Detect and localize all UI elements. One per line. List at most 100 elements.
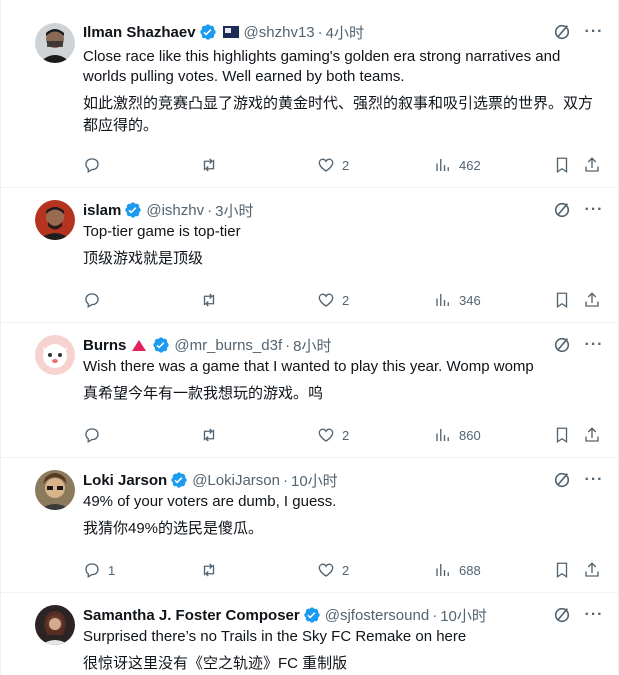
bookmark-button[interactable] <box>553 560 571 580</box>
avatar[interactable] <box>35 335 75 375</box>
views-button[interactable]: 346 <box>434 290 481 310</box>
repost-button[interactable] <box>200 560 225 580</box>
reply-tweet[interactable]: Burns @mr_burns_d3f · 8小时 ··· Wish there… <box>1 323 618 458</box>
grok-icon[interactable] <box>552 470 572 490</box>
timestamp[interactable]: 10小时 <box>440 605 487 626</box>
user-handle[interactable]: @sjfostersound <box>325 607 429 624</box>
like-button[interactable]: 2 <box>317 290 349 310</box>
separator-dot: · <box>317 23 323 41</box>
views-icon <box>436 564 449 576</box>
more-icon[interactable]: ··· <box>584 470 604 490</box>
avatar[interactable] <box>35 200 75 240</box>
timestamp[interactable]: 3小时 <box>215 200 253 221</box>
share-icon <box>585 562 599 577</box>
tweet-actions: 2 860 <box>83 425 603 445</box>
like-button[interactable]: 2 <box>317 155 349 175</box>
tweet-top-actions: ··· <box>552 22 604 42</box>
verified-badge-icon <box>124 201 142 219</box>
display-name[interactable]: Samantha J. Foster Composer <box>83 607 300 624</box>
avatar[interactable] <box>35 23 75 63</box>
reply-icon <box>85 563 99 578</box>
share-button[interactable] <box>583 290 601 310</box>
more-icon[interactable]: ··· <box>584 605 604 625</box>
tweet-header: islam @ishzhv · 3小时 <box>83 200 253 220</box>
timestamp[interactable]: 4小时 <box>326 22 364 43</box>
more-icon[interactable]: ··· <box>584 200 604 220</box>
tweet-translation: 很惊讶这里没有《空之轨迹》FC 重制版 <box>83 655 348 672</box>
tweet-text: Top-tier game is top-tier <box>83 223 241 240</box>
tweet-text: Surprised there’s no Trails in the Sky F… <box>83 628 467 645</box>
share-button[interactable] <box>583 155 601 175</box>
user-handle[interactable]: @mr_burns_d3f <box>174 337 282 354</box>
repost-icon <box>203 158 215 172</box>
reply-tweet[interactable]: Samantha J. Foster Composer @sjfostersou… <box>1 593 618 675</box>
share-icon <box>585 157 599 172</box>
repost-button[interactable] <box>200 425 225 445</box>
reply-icon <box>85 158 99 173</box>
tweet-top-actions: ··· <box>552 605 604 625</box>
display-name[interactable]: Burns <box>83 337 126 354</box>
user-handle[interactable]: @ishzhv <box>146 202 204 219</box>
tweet-text: Wish there was a game that I wanted to p… <box>83 358 534 375</box>
display-name[interactable]: Ilman Shazhaev <box>83 24 196 41</box>
like-count: 2 <box>342 427 350 443</box>
verified-badge-icon <box>199 23 217 41</box>
timestamp[interactable]: 8小时 <box>293 335 331 356</box>
tweet-text: 49% of your voters are dumb, I guess. <box>83 493 337 510</box>
view-count: 688 <box>459 562 481 578</box>
repost-button[interactable] <box>200 290 225 310</box>
like-icon <box>318 563 334 577</box>
repost-button[interactable] <box>200 155 225 175</box>
verified-badge-icon <box>152 336 170 354</box>
bookmark-icon <box>556 562 568 579</box>
separator-dot: · <box>207 201 213 219</box>
grok-icon[interactable] <box>552 200 572 220</box>
bookmark-button[interactable] <box>553 290 571 310</box>
reply-tweet[interactable]: Loki Jarson @LokiJarson · 10小时 ··· 49% o… <box>1 458 618 593</box>
share-button[interactable] <box>583 560 601 580</box>
repost-icon <box>203 428 215 442</box>
replies-feed: Ilman Shazhaev @shzhv13 · 4小时 ··· Close … <box>0 0 619 675</box>
like-icon <box>318 293 334 307</box>
separator-dot: · <box>285 336 291 354</box>
more-icon[interactable]: ··· <box>584 335 604 355</box>
reply-button[interactable] <box>83 155 108 175</box>
display-name[interactable]: Loki Jarson <box>83 472 167 489</box>
reply-icon <box>85 428 99 443</box>
reply-tweet[interactable]: islam @ishzhv · 3小时 ··· Top-tier game is… <box>1 188 618 323</box>
like-button[interactable]: 2 <box>317 425 349 445</box>
tweet-actions: 2 462 <box>83 155 603 175</box>
grok-icon[interactable] <box>552 335 572 355</box>
reply-count: 1 <box>108 562 116 578</box>
like-icon <box>318 428 334 442</box>
like-button[interactable]: 2 <box>317 560 349 580</box>
user-handle[interactable]: @LokiJarson <box>192 472 280 489</box>
views-button[interactable]: 462 <box>434 155 481 175</box>
reply-button[interactable] <box>83 425 108 445</box>
timestamp[interactable]: 10小时 <box>291 470 338 491</box>
more-icon[interactable]: ··· <box>584 22 604 42</box>
avatar[interactable] <box>35 470 75 510</box>
views-button[interactable]: 860 <box>434 425 481 445</box>
views-icon <box>436 159 449 171</box>
reply-button[interactable] <box>83 290 108 310</box>
tweet-translation: 我猜你49%的选民是傻瓜。 <box>83 520 264 537</box>
reply-tweet[interactable]: Ilman Shazhaev @shzhv13 · 4小时 ··· Close … <box>1 0 618 188</box>
avatar[interactable] <box>35 605 75 645</box>
user-handle[interactable]: @shzhv13 <box>244 24 315 41</box>
share-button[interactable] <box>583 425 601 445</box>
tweet-text: Close race like this highlights gaming's… <box>83 48 561 85</box>
verified-badge-icon <box>170 471 188 489</box>
flag-badge-icon <box>221 25 240 39</box>
reply-button[interactable]: 1 <box>83 560 115 580</box>
grok-icon[interactable] <box>552 605 572 625</box>
bookmark-button[interactable] <box>553 425 571 445</box>
display-name[interactable]: islam <box>83 202 121 219</box>
grok-icon[interactable] <box>552 22 572 42</box>
repost-icon <box>203 293 215 307</box>
bookmark-button[interactable] <box>553 155 571 175</box>
views-button[interactable]: 688 <box>434 560 481 580</box>
tweet-translation: 顶级游戏就是顶级 <box>83 250 204 267</box>
triangle-badge-icon <box>132 339 147 351</box>
separator-dot: · <box>282 471 288 489</box>
